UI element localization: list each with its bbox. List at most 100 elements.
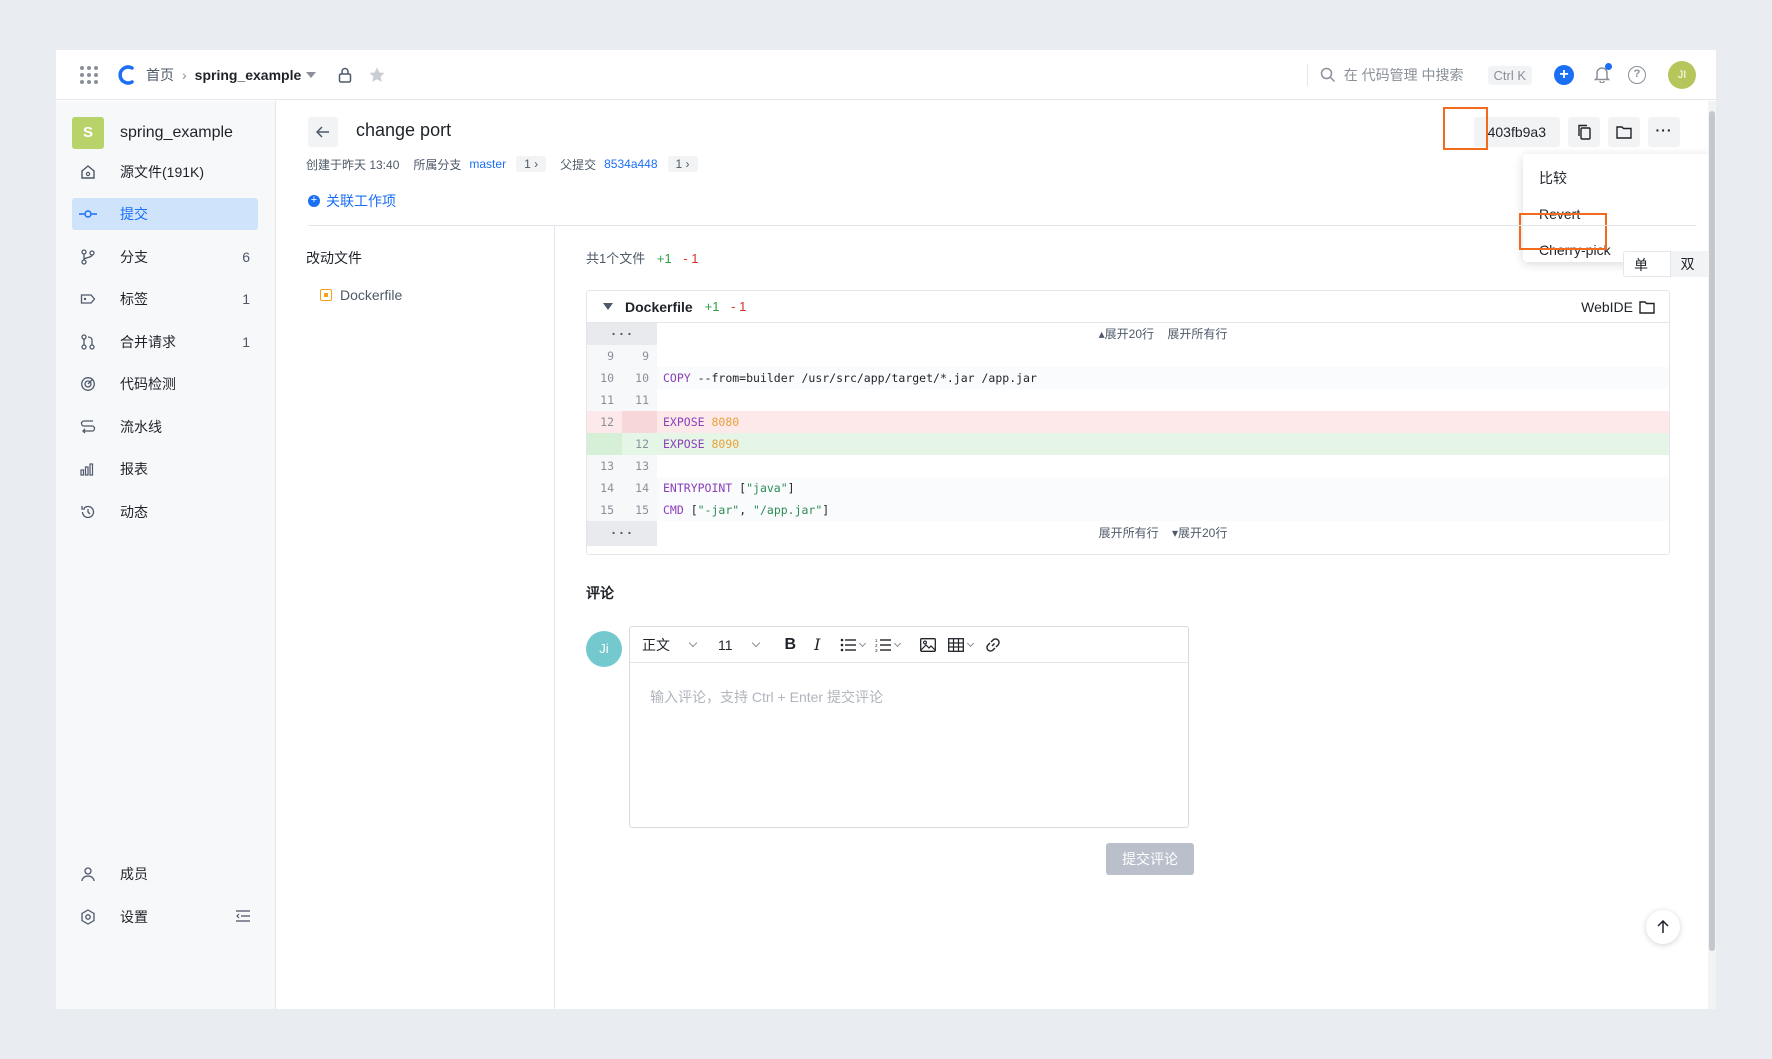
sidebar-item-commits[interactable]: 提交 bbox=[72, 198, 258, 230]
sidebar-item-label: 流水线 bbox=[120, 419, 162, 435]
parent-commit-link[interactable]: 8534a448 bbox=[604, 157, 657, 171]
copy-hash-button[interactable] bbox=[1568, 117, 1600, 147]
diff-header: Dockerfile +1 - 1 WebIDE bbox=[587, 291, 1669, 323]
page-scrollbar[interactable] bbox=[1708, 101, 1716, 1009]
diff-deletions: - 1 bbox=[731, 299, 747, 314]
comments-title: 评论 bbox=[586, 585, 614, 601]
sidebar-item-label: 成员 bbox=[120, 866, 148, 882]
collapse-sidebar-icon[interactable] bbox=[236, 909, 250, 925]
comment-avatar: Ji bbox=[586, 631, 622, 667]
scroll-to-top-button[interactable] bbox=[1646, 910, 1680, 944]
parent-count: 1 bbox=[675, 157, 683, 171]
diff-stats: +1 - 1 bbox=[705, 299, 747, 314]
bold-icon[interactable]: B bbox=[785, 636, 797, 654]
sidebar-item-count: 1 bbox=[242, 291, 250, 307]
file-list-item[interactable]: Dockerfile bbox=[320, 287, 402, 303]
sidebar-item-activity[interactable]: 动态 bbox=[72, 496, 258, 528]
repo-name: spring_example bbox=[120, 124, 233, 141]
user-icon bbox=[78, 866, 98, 882]
old-line-number: 11 bbox=[587, 389, 622, 411]
comment-input[interactable]: 输入评论，支持 Ctrl + Enter 提交评论 bbox=[630, 663, 1188, 731]
comment-editor: 正文 11 B I 123 输入评论，支持 Ctrl + Enter 提交评论 bbox=[629, 626, 1189, 828]
help-icon[interactable]: ? bbox=[1628, 66, 1646, 84]
notification-button[interactable] bbox=[1593, 62, 1612, 86]
expand-down-link[interactable]: ▾展开20行 bbox=[1172, 526, 1227, 540]
expand-row: ··· 展开所有行 ▾展开20行 bbox=[587, 521, 1669, 546]
diff-line: 13 13 bbox=[587, 455, 1669, 477]
bar-chart-icon bbox=[78, 461, 98, 477]
sidebar-item-reports[interactable]: 报表 bbox=[72, 453, 258, 485]
expand-up-link[interactable]: ▴展开20行 bbox=[1099, 327, 1154, 341]
back-button[interactable] bbox=[308, 117, 338, 147]
logo-icon[interactable] bbox=[116, 64, 136, 86]
expand-dots[interactable]: ··· bbox=[587, 323, 657, 345]
repo-header[interactable]: S spring_example bbox=[72, 117, 233, 149]
browse-files-button[interactable] bbox=[1608, 117, 1640, 147]
scrollbar-thumb[interactable] bbox=[1709, 111, 1715, 951]
search-icon[interactable] bbox=[1320, 67, 1336, 83]
star-icon[interactable] bbox=[368, 66, 386, 84]
branch-count: 1 bbox=[524, 157, 531, 171]
create-button[interactable]: + bbox=[1554, 65, 1574, 85]
sidebar-item-settings[interactable]: 设置 bbox=[72, 901, 258, 933]
collapse-triangle-icon[interactable] bbox=[603, 303, 613, 310]
webide-link[interactable]: WebIDE bbox=[1581, 291, 1633, 323]
sidebar-item-branches[interactable]: 分支 6 bbox=[72, 241, 258, 273]
sidebar-item-code-scan[interactable]: 代码检测 bbox=[72, 368, 258, 400]
plus-circle-icon: + bbox=[308, 195, 320, 207]
apps-grid-icon[interactable] bbox=[80, 65, 98, 84]
search-input[interactable]: 在 代码管理 中搜索 bbox=[1344, 65, 1464, 85]
file-name: Dockerfile bbox=[340, 287, 403, 303]
breadcrumb-repo[interactable]: spring_example bbox=[195, 67, 302, 83]
new-line-number: 12 bbox=[622, 433, 657, 455]
repo-badge: S bbox=[72, 117, 104, 149]
pipeline-icon bbox=[78, 419, 98, 435]
notification-dot bbox=[1605, 62, 1612, 70]
code-line-text: COPY --from=builder /usr/src/app/target/… bbox=[663, 371, 1037, 385]
italic-icon[interactable]: I bbox=[814, 635, 820, 654]
expand-all-link[interactable]: 展开所有行 bbox=[1167, 327, 1227, 341]
new-line-number: 11 bbox=[622, 389, 657, 411]
link-icon[interactable] bbox=[985, 637, 1001, 653]
numbered-list-icon[interactable]: 123 bbox=[875, 638, 902, 652]
expand-all-link[interactable]: 展开所有行 bbox=[1099, 526, 1159, 540]
font-size-select[interactable]: 11 bbox=[718, 637, 760, 653]
divider bbox=[308, 225, 1696, 226]
sidebar-item-label: 提交 bbox=[120, 206, 148, 222]
old-line-number: 9 bbox=[587, 345, 622, 367]
repo-dropdown-icon[interactable] bbox=[306, 71, 317, 78]
table-icon[interactable] bbox=[948, 637, 975, 652]
link-work-item-button[interactable]: + 关联工作项 bbox=[308, 191, 396, 211]
new-line-number bbox=[622, 411, 657, 433]
new-line-number: 10 bbox=[622, 367, 657, 389]
branch-count-pill[interactable]: 1 › bbox=[516, 156, 547, 172]
more-actions-button[interactable]: ··· bbox=[1648, 117, 1680, 147]
menu-item-compare[interactable]: 比较 bbox=[1523, 160, 1716, 196]
divider bbox=[554, 226, 555, 1009]
old-line-number: 13 bbox=[587, 455, 622, 477]
sidebar-item-pipeline[interactable]: 流水线 bbox=[72, 411, 258, 443]
parent-count-pill[interactable]: 1 › bbox=[667, 156, 698, 172]
divider bbox=[1306, 64, 1308, 86]
code-line-text: EXPOSE 8080 bbox=[663, 415, 740, 429]
sidebar-item-label: 合并请求 bbox=[120, 334, 176, 350]
bullet-list-icon[interactable] bbox=[840, 638, 867, 652]
folder-icon[interactable] bbox=[1639, 300, 1655, 314]
sidebar-item-merge-requests[interactable]: 合并请求 1 bbox=[72, 326, 258, 358]
branch-link[interactable]: master bbox=[469, 157, 506, 171]
breadcrumb-home[interactable]: 首页 bbox=[146, 65, 174, 85]
sidebar-item-tags[interactable]: 标签 1 bbox=[72, 283, 258, 315]
cherry-pick-highlight bbox=[1519, 213, 1607, 250]
expand-dots[interactable]: ··· bbox=[587, 521, 657, 546]
search-shortcut: Ctrl K bbox=[1487, 65, 1532, 85]
sidebar-item-source[interactable]: 源文件(191K) bbox=[72, 156, 258, 188]
user-avatar[interactable]: JI bbox=[1668, 61, 1696, 89]
paragraph-style-select[interactable]: 正文 bbox=[642, 635, 698, 655]
view-single-button[interactable]: 单栏 bbox=[1623, 251, 1671, 277]
submit-comment-button[interactable]: 提交评论 bbox=[1106, 843, 1194, 875]
code-line: EXPOSE 8080 bbox=[657, 411, 1669, 433]
editor-toolbar: 正文 11 B I 123 bbox=[630, 627, 1188, 663]
image-icon[interactable] bbox=[920, 637, 937, 652]
sidebar-item-members[interactable]: 成员 bbox=[72, 858, 258, 890]
